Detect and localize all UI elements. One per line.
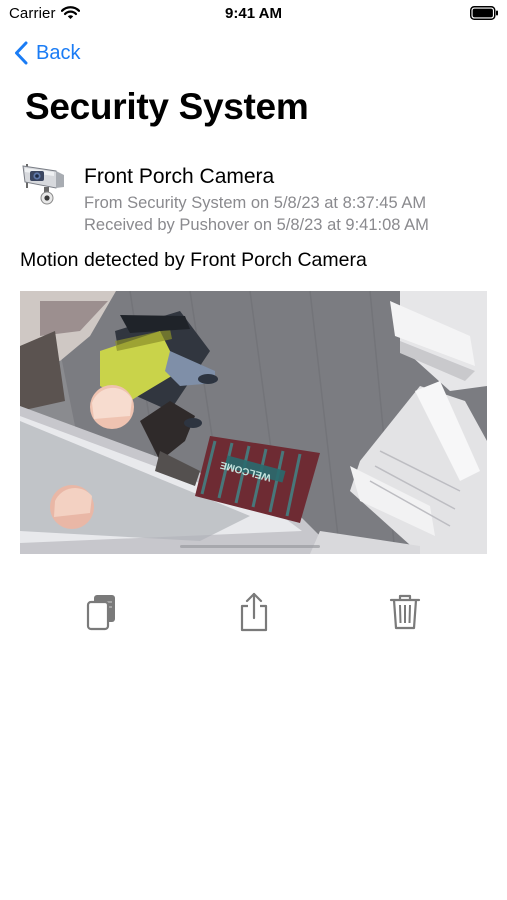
navigation-bar: Back [0, 34, 507, 72]
message-source-line: From Security System on 5/8/23 at 8:37:4… [84, 194, 427, 212]
message-received-line: Received by Pushover on 5/8/23 at 9:41:0… [84, 216, 429, 234]
page-title: Security System [25, 86, 309, 127]
delete-button[interactable] [383, 590, 427, 634]
copy-icon [86, 595, 115, 631]
share-button[interactable] [232, 590, 276, 634]
status-time: 9:41 AM [225, 5, 282, 22]
status-bar: Carrier 9:41 AM [0, 0, 507, 28]
message-title: Front Porch Camera [84, 165, 275, 188]
back-button[interactable]: Back [14, 38, 80, 68]
copy-button[interactable] [80, 590, 124, 634]
message-body: Motion detected by Front Porch Camera [20, 249, 367, 271]
trash-icon [389, 594, 421, 630]
action-toolbar [0, 590, 507, 638]
security-camera-icon [22, 164, 64, 205]
share-icon [240, 592, 268, 632]
back-button-label: Back [36, 41, 81, 64]
battery-icon [470, 6, 498, 20]
chevron-left-icon [15, 41, 28, 65]
camera-snapshot-image[interactable]: WELCOME [20, 291, 487, 554]
